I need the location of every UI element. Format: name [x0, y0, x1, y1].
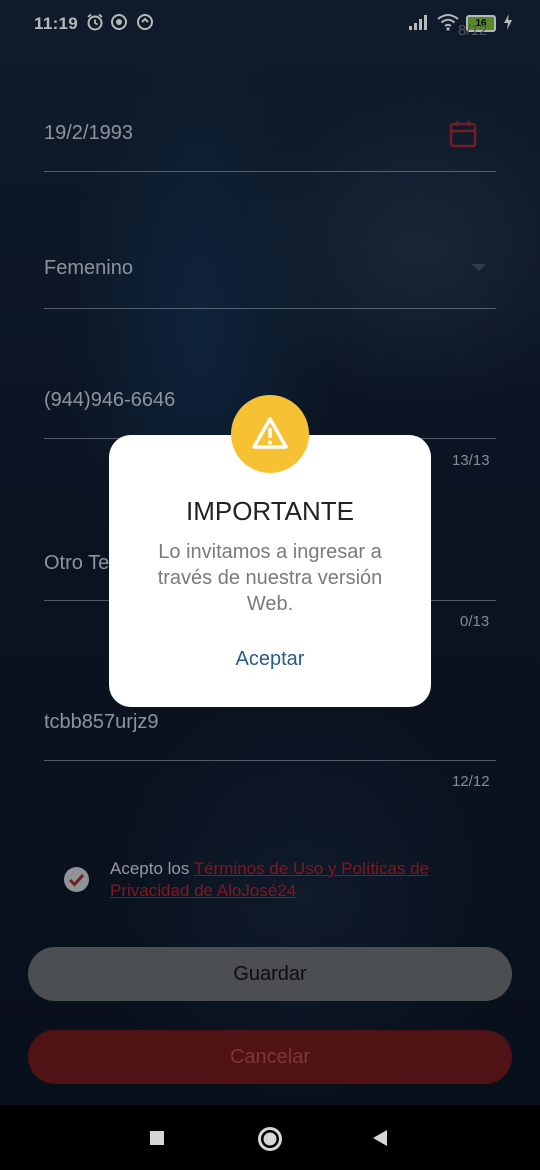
dialog-title: IMPORTANTE	[185, 496, 355, 526]
warning-icon	[252, 417, 288, 449]
recents-icon[interactable]	[149, 1130, 165, 1146]
home-icon[interactable]	[257, 1126, 283, 1152]
back-icon[interactable]	[372, 1129, 388, 1147]
dialog-message: Lo invitamos a ingresar a través de nues…	[157, 541, 383, 615]
system-nav-bar	[0, 1105, 540, 1170]
warning-badge	[231, 395, 309, 473]
important-dialog: IMPORTANTE Lo invitamos a ingresar a tra…	[109, 435, 431, 707]
accept-button[interactable]: Aceptar	[109, 648, 431, 671]
